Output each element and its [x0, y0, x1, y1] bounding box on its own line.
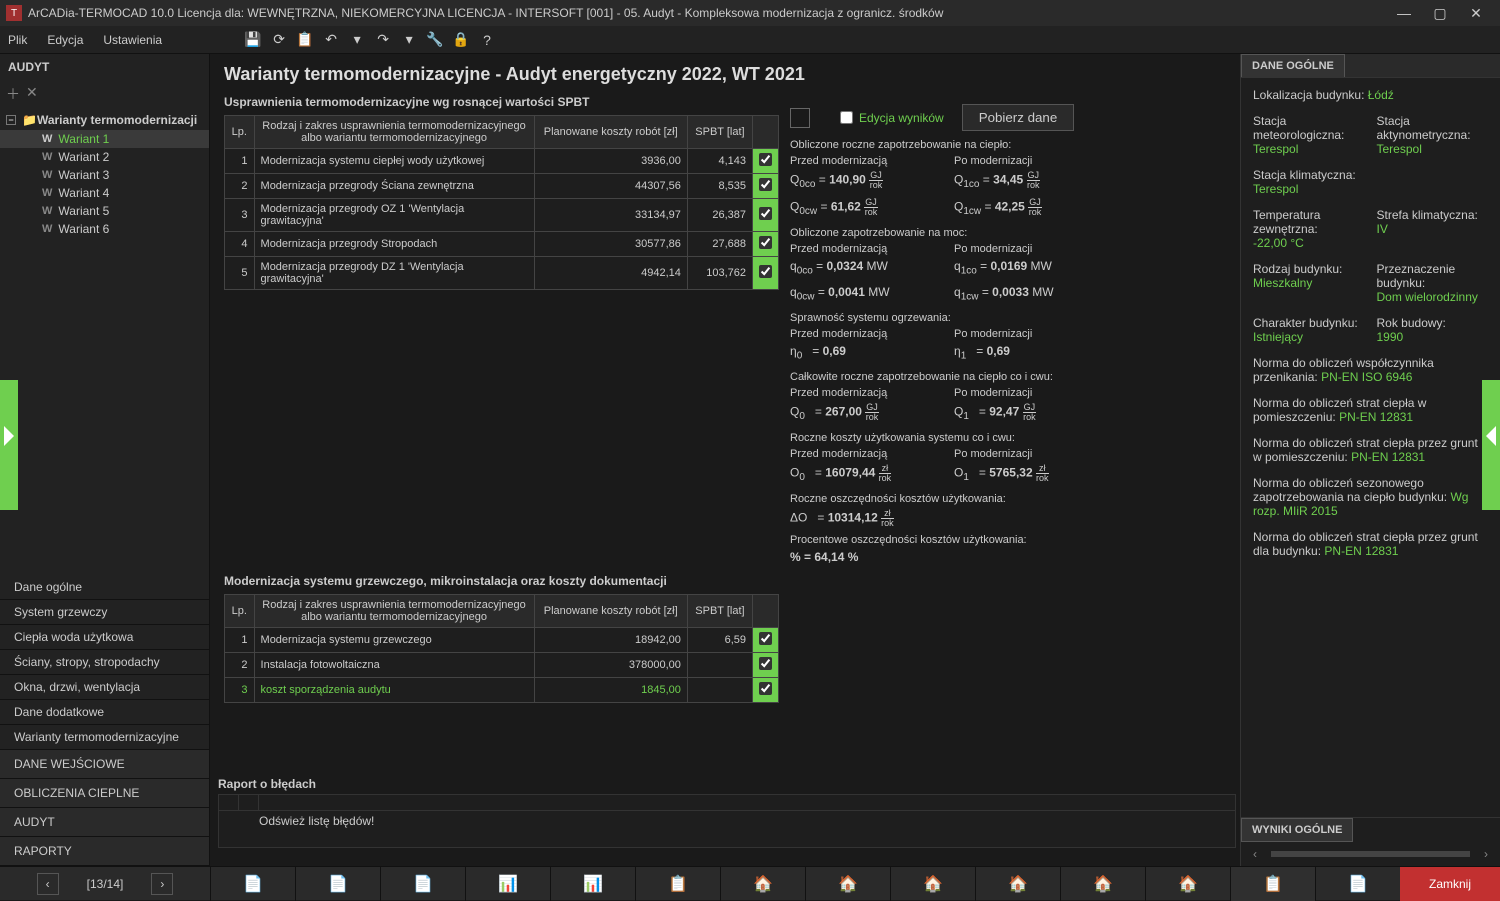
- table-row: 4Modernizacja przegrody Stropodach30577,…: [225, 232, 779, 257]
- tree-variant-1[interactable]: WWariant 1: [0, 130, 209, 148]
- bottom-icon-1[interactable]: 📄: [210, 867, 295, 901]
- prev-page-edge[interactable]: [0, 380, 18, 510]
- menu-file[interactable]: Plik: [8, 33, 27, 47]
- tab-dane-ogolne[interactable]: DANE OGÓLNE: [1241, 54, 1345, 77]
- page-indicator: [13/14]: [87, 877, 124, 891]
- tree-variant-2[interactable]: WWariant 2: [0, 148, 209, 166]
- scroll-right-icon[interactable]: ›: [1476, 846, 1496, 862]
- tree-variant-5[interactable]: WWariant 5: [0, 202, 209, 220]
- lock-icon[interactable]: 🔒: [450, 29, 472, 51]
- close-window-button[interactable]: ✕: [1458, 0, 1494, 26]
- minimize-button[interactable]: —: [1386, 0, 1422, 26]
- page-next-button[interactable]: ›: [151, 873, 173, 895]
- table-row: 1Modernizacja systemu ciepłej wody użytk…: [225, 149, 779, 174]
- row-check[interactable]: [759, 207, 772, 220]
- help-icon[interactable]: ?: [476, 29, 498, 51]
- window-title: ArCADia-TERMOCAD 10.0 Licencja dla: WEWN…: [28, 6, 1386, 20]
- table-row: 2Modernizacja przegrody Ściana zewnętrzn…: [225, 174, 779, 199]
- row-check[interactable]: [759, 236, 772, 249]
- nav-warianty[interactable]: Warianty termomodernizacyjne: [0, 725, 209, 750]
- nav-system-grzewczy[interactable]: System grzewczy: [0, 600, 209, 625]
- nav-cwu[interactable]: Ciepła woda użytkowa: [0, 625, 209, 650]
- nav-sciany[interactable]: Ściany, stropy, stropodachy: [0, 650, 209, 675]
- tab-wyniki-ogolne[interactable]: WYNIKI OGÓLNE: [1241, 818, 1353, 842]
- tree-root-label: Warianty termomodernizacji: [37, 113, 197, 127]
- calc-panel: Edycja wyników Pobierz dane Obliczone ro…: [790, 104, 1090, 568]
- copy-icon[interactable]: 📋: [294, 29, 316, 51]
- row-check[interactable]: [759, 153, 772, 166]
- nav-dane-dodatkowe[interactable]: Dane dodatkowe: [0, 700, 209, 725]
- table-row: 3Modernizacja przegrody OZ 1 'Wentylacja…: [225, 199, 779, 232]
- page-prev-button[interactable]: ‹: [37, 873, 59, 895]
- bottom-icon-3[interactable]: 📄: [380, 867, 465, 901]
- next-page-edge[interactable]: [1482, 380, 1500, 510]
- nav-sect-audyt[interactable]: AUDYT: [0, 808, 209, 837]
- scroll-left-icon[interactable]: ‹: [1245, 846, 1265, 862]
- table-row: 1Modernizacja systemu grzewczego18942,00…: [225, 628, 779, 653]
- bottom-icon-11[interactable]: 🏠: [1060, 867, 1145, 901]
- left-panel-title: AUDYT: [0, 54, 209, 80]
- menu-edit[interactable]: Edycja: [47, 33, 83, 47]
- delete-icon[interactable]: ✕: [26, 84, 38, 104]
- bottom-icon-12[interactable]: 🏠: [1145, 867, 1230, 901]
- tree-variant-4[interactable]: WWariant 4: [0, 184, 209, 202]
- table2-caption: Modernizacja systemu grzewczego, mikroin…: [224, 574, 1226, 588]
- table-row: 3koszt sporządzenia audytu1845,00: [225, 678, 779, 703]
- refresh-icon[interactable]: ⟳: [268, 29, 290, 51]
- edit-results-toggle[interactable]: Edycja wyników: [840, 111, 944, 125]
- bottom-icon-14[interactable]: 📄: [1315, 867, 1400, 901]
- tree-variant-6[interactable]: WWariant 6: [0, 220, 209, 238]
- row-check[interactable]: [759, 265, 772, 278]
- undo-dd-icon[interactable]: ▾: [346, 29, 368, 51]
- bottom-icon-9[interactable]: 🏠: [890, 867, 975, 901]
- bottom-icon-13[interactable]: 📋: [1230, 867, 1315, 901]
- save-icon[interactable]: 💾: [242, 29, 264, 51]
- tool-icon[interactable]: 🔧: [424, 29, 446, 51]
- row-check[interactable]: [759, 682, 772, 695]
- table-row: 2Instalacja fotowoltaiczna378000,00: [225, 653, 779, 678]
- bottom-icon-7[interactable]: 🏠: [720, 867, 805, 901]
- error-row[interactable]: Odśwież listę błędów!: [219, 811, 1235, 831]
- table-heating: Lp. Rodzaj i zakres usprawnienia termomo…: [224, 594, 779, 703]
- redo-dd-icon[interactable]: ▾: [398, 29, 420, 51]
- bottom-icon-5[interactable]: 📊: [550, 867, 635, 901]
- scrollbar[interactable]: [1271, 851, 1470, 857]
- redo-icon[interactable]: ↷: [372, 29, 394, 51]
- nav-sect-oblicz[interactable]: OBLICZENIA CIEPLNE: [0, 779, 209, 808]
- error-panel-head: Raport o błędach: [218, 774, 1236, 794]
- bottom-icon-2[interactable]: 📄: [295, 867, 380, 901]
- row-check[interactable]: [759, 632, 772, 645]
- document-icon[interactable]: [790, 108, 810, 128]
- tree-variant-3[interactable]: WWariant 3: [0, 166, 209, 184]
- nav-okna[interactable]: Okna, drzwi, wentylacja: [0, 675, 209, 700]
- undo-icon[interactable]: ↶: [320, 29, 342, 51]
- row-check[interactable]: [759, 178, 772, 191]
- nav-dane-ogolne[interactable]: Dane ogólne: [0, 575, 209, 600]
- bottom-icon-4[interactable]: 📊: [465, 867, 550, 901]
- bottom-icon-6[interactable]: 📋: [635, 867, 720, 901]
- app-logo-icon: T: [6, 5, 22, 21]
- nav-sect-raporty[interactable]: RAPORTY: [0, 837, 209, 866]
- fetch-data-button[interactable]: Pobierz dane: [962, 104, 1075, 131]
- page-title: Warianty termomodernizacyjne - Audyt ene…: [224, 64, 1226, 85]
- maximize-button[interactable]: ▢: [1422, 0, 1458, 26]
- add-icon[interactable]: ＋: [6, 84, 20, 104]
- menu-settings[interactable]: Ustawienia: [103, 33, 162, 47]
- table-improvements: Lp. Rodzaj i zakres usprawnienia termomo…: [224, 115, 779, 290]
- table-row: 5Modernizacja przegrody DZ 1 'Wentylacja…: [225, 257, 779, 290]
- row-check[interactable]: [759, 657, 772, 670]
- tree-root[interactable]: −📁 Warianty termomodernizacji: [0, 110, 209, 130]
- bottom-icon-10[interactable]: 🏠: [975, 867, 1060, 901]
- nav-sect-dane[interactable]: DANE WEJŚCIOWE: [0, 750, 209, 779]
- bottom-icon-8[interactable]: 🏠: [805, 867, 890, 901]
- close-button[interactable]: Zamknij: [1400, 867, 1500, 901]
